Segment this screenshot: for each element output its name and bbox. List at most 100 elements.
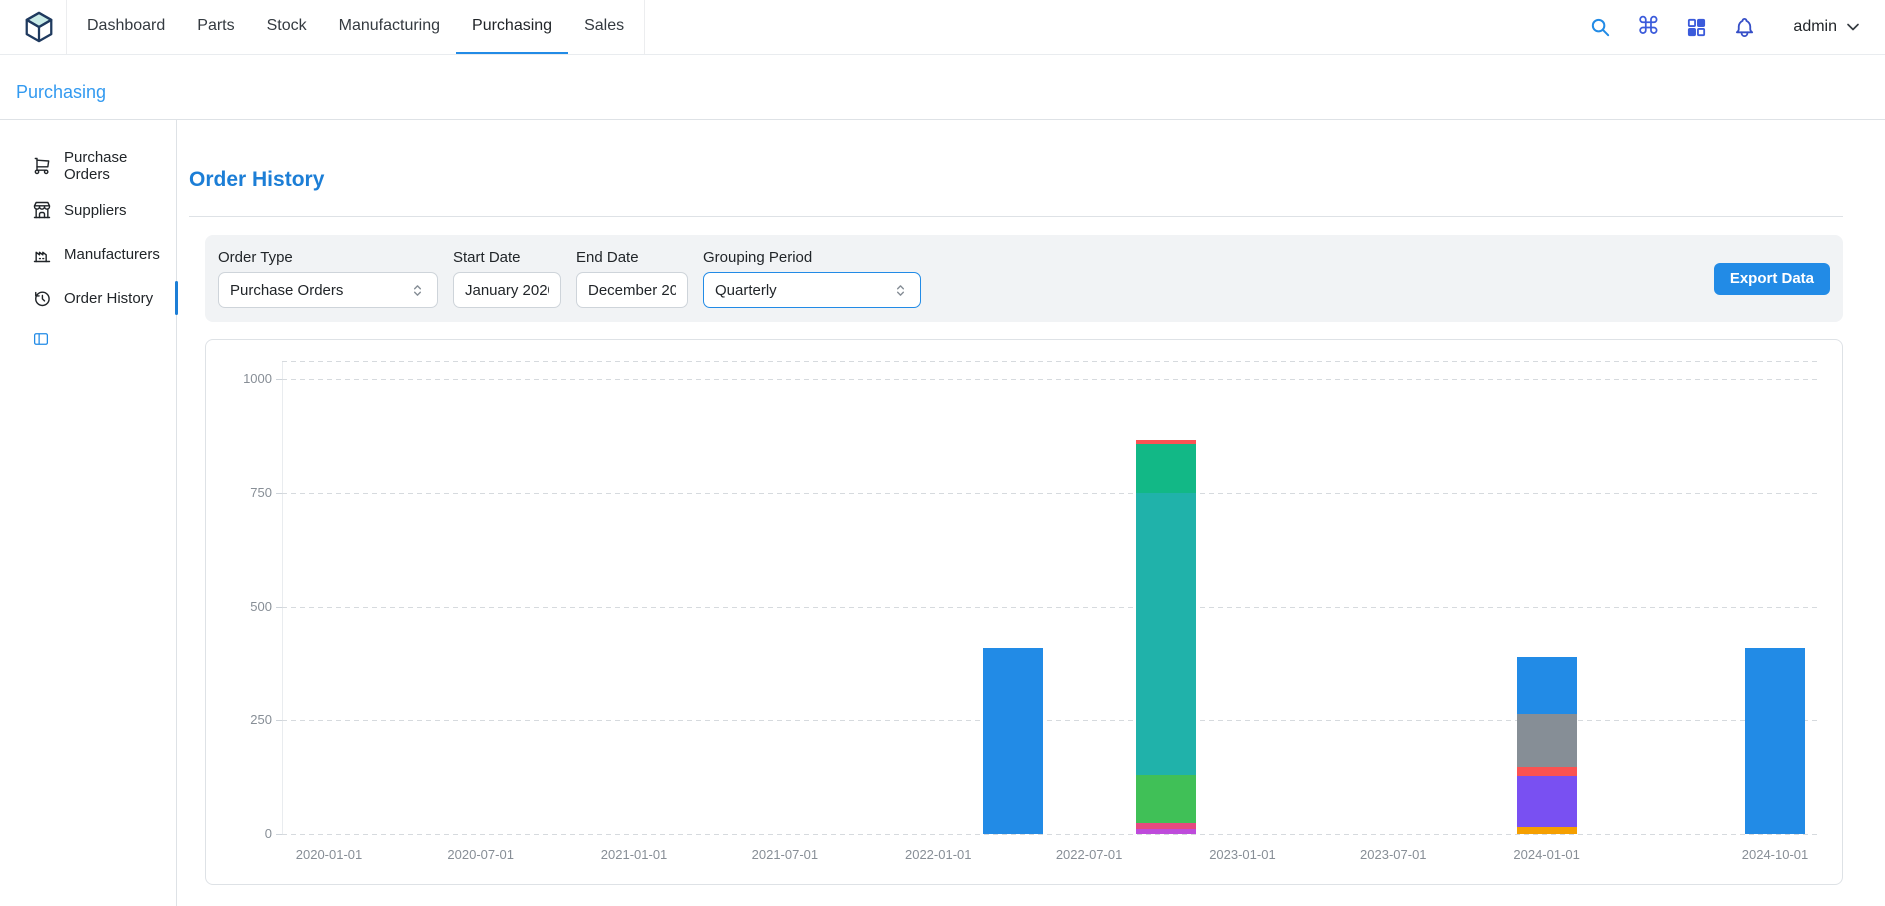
top-navbar: Dashboard Parts Stock Manufacturing Purc… <box>0 0 1885 55</box>
y-tick-label: 250 <box>206 712 272 727</box>
grouping-period-label: Grouping Period <box>703 249 921 266</box>
sidebar-item-label: Suppliers <box>64 202 127 219</box>
qr-grid-icon[interactable] <box>1683 14 1709 40</box>
page-title: Order History <box>189 168 1843 192</box>
y-tick-label: 1000 <box>206 371 272 386</box>
sidebar-item-order-history[interactable]: Order History <box>0 276 176 320</box>
sidebar-item-label: Manufacturers <box>64 246 160 263</box>
x-tick-label: 2022-01-01 <box>905 847 972 862</box>
navbar-actions: ⌘ admin <box>1587 14 1863 40</box>
order-type-label: Order Type <box>218 249 438 266</box>
y-tick-mark <box>276 493 282 494</box>
gridline <box>282 720 1817 721</box>
user-menu[interactable]: admin <box>1793 17 1863 37</box>
y-tick-label: 500 <box>206 599 272 614</box>
order-type-value: Purchase Orders <box>230 282 343 299</box>
order-type-field: Order Type Purchase Orders <box>218 249 438 308</box>
start-date-field: Start Date <box>453 249 561 308</box>
main-nav-tabs: Dashboard Parts Stock Manufacturing Purc… <box>66 0 645 54</box>
end-date-input[interactable] <box>576 272 688 308</box>
sidebar-item-manufacturers[interactable]: Manufacturers <box>0 232 176 276</box>
shopping-cart-icon <box>32 156 52 176</box>
title-divider <box>189 216 1843 217</box>
order-type-select[interactable]: Purchase Orders <box>218 272 438 308</box>
sidebar-collapse-icon[interactable] <box>32 330 50 348</box>
bell-icon[interactable] <box>1731 14 1757 40</box>
bar-segment <box>1136 493 1196 775</box>
x-tick-label: 2024-10-01 <box>1742 847 1809 862</box>
username: admin <box>1793 18 1837 36</box>
bar-segment <box>1136 444 1196 493</box>
chevron-up-down-icon <box>892 282 909 299</box>
main-panel: Order History Order Type Purchase Orders… <box>177 120 1885 906</box>
bar-segment <box>983 648 1043 834</box>
bar-segment <box>1136 829 1196 834</box>
bar-segment <box>1517 767 1577 776</box>
gridline <box>282 379 1817 380</box>
app-logo[interactable] <box>22 10 56 44</box>
chevron-down-icon <box>1843 17 1863 37</box>
bar-segment <box>1517 714 1577 768</box>
tab-stock[interactable]: Stock <box>251 0 323 54</box>
tab-sales[interactable]: Sales <box>568 0 640 54</box>
gridline <box>282 834 1817 835</box>
tab-dashboard[interactable]: Dashboard <box>71 0 181 54</box>
chevron-up-down-icon <box>409 282 426 299</box>
end-date-field: End Date <box>576 249 688 308</box>
y-tick-label: 0 <box>206 826 272 841</box>
gridline <box>282 361 1817 362</box>
command-glyph: ⌘ <box>1636 15 1660 39</box>
x-tick-label: 2024-01-01 <box>1513 847 1580 862</box>
y-axis-line <box>282 361 283 834</box>
x-tick-label: 2020-07-01 <box>447 847 514 862</box>
tab-purchasing[interactable]: Purchasing <box>456 0 568 54</box>
content: Purchase Orders Suppliers Manufacturers <box>0 120 1885 906</box>
sidebar-item-label: Order History <box>64 290 153 307</box>
tab-manufacturing[interactable]: Manufacturing <box>323 0 456 54</box>
grouping-period-field: Grouping Period Quarterly <box>703 249 921 308</box>
y-tick-mark <box>276 607 282 608</box>
filter-panel: Order Type Purchase Orders Start Date En… <box>205 235 1843 322</box>
order-history-chart-panel: 0 250 500 750 1000 2020-01-01 2020-07-01 2021-0… <box>205 339 1843 885</box>
stacked-bar-chart: 0 250 500 750 1000 2020-01-01 2020-07-01 2021-0… <box>206 340 1842 884</box>
sidebar-item-suppliers[interactable]: Suppliers <box>0 188 176 232</box>
x-tick-label: 2023-01-01 <box>1209 847 1276 862</box>
search-icon[interactable] <box>1587 14 1613 40</box>
bar-2022-04-01 <box>983 648 1043 834</box>
tab-parts[interactable]: Parts <box>181 0 250 54</box>
grouping-period-select[interactable]: Quarterly <box>703 272 921 308</box>
gridline <box>282 493 1817 494</box>
x-tick-label: 2023-07-01 <box>1360 847 1427 862</box>
export-data-button[interactable]: Export Data <box>1714 263 1830 295</box>
y-tick-mark <box>276 834 282 835</box>
start-date-label: Start Date <box>453 249 561 266</box>
grouping-period-value: Quarterly <box>715 282 777 299</box>
y-tick-mark <box>276 720 282 721</box>
x-tick-label: 2020-01-01 <box>296 847 363 862</box>
bar-2022-10-01 <box>1136 440 1196 834</box>
x-tick-label: 2021-01-01 <box>601 847 668 862</box>
bar-segment <box>1136 775 1196 823</box>
breadcrumb: Purchasing <box>0 55 1885 120</box>
bar-2024-10-01 <box>1745 648 1805 834</box>
sidebar: Purchase Orders Suppliers Manufacturers <box>0 120 177 906</box>
bar-segment <box>1517 776 1577 827</box>
end-date-label: End Date <box>576 249 688 266</box>
bar-2024-01-01 <box>1517 657 1577 834</box>
start-date-input[interactable] <box>453 272 561 308</box>
gridline <box>282 607 1817 608</box>
bar-segment <box>1517 827 1577 834</box>
command-icon[interactable]: ⌘ <box>1635 14 1661 40</box>
y-tick-label: 750 <box>206 485 272 500</box>
sidebar-item-purchase-orders[interactable]: Purchase Orders <box>0 144 176 188</box>
building-store-icon <box>32 200 52 220</box>
sidebar-item-label: Purchase Orders <box>64 149 176 183</box>
history-icon <box>32 288 52 308</box>
y-tick-mark <box>276 379 282 380</box>
x-tick-label: 2021-07-01 <box>752 847 819 862</box>
building-factory-icon <box>32 244 52 264</box>
breadcrumb-purchasing[interactable]: Purchasing <box>16 82 106 103</box>
bar-segment <box>1745 648 1805 834</box>
x-tick-label: 2022-07-01 <box>1056 847 1123 862</box>
bar-segment <box>1517 657 1577 714</box>
